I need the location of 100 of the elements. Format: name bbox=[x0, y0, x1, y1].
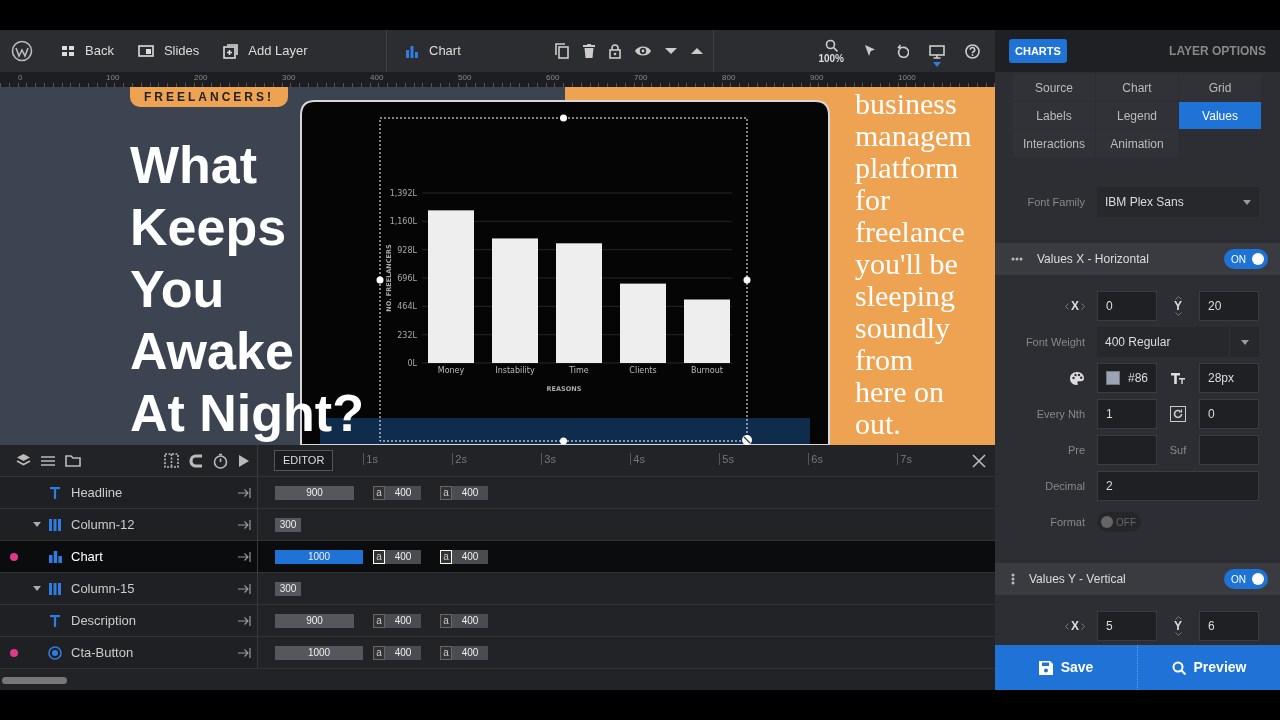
option-tab[interactable]: Labels bbox=[1013, 102, 1095, 129]
rotate-icon[interactable] bbox=[1170, 406, 1186, 422]
scrollbar-thumb[interactable] bbox=[2, 677, 67, 684]
trash-icon[interactable] bbox=[583, 44, 595, 58]
option-tab[interactable]: Grid bbox=[1179, 74, 1261, 101]
animation-block[interactable]: a 400 bbox=[440, 549, 488, 564]
layer-button[interactable]: Chart bbox=[399, 37, 467, 65]
layer-row[interactable]: Column-12 300 bbox=[0, 509, 995, 541]
text-size-icon bbox=[1171, 372, 1185, 384]
layer-row[interactable]: Column-15 300 bbox=[0, 573, 995, 605]
ruler-number: 0 bbox=[18, 72, 24, 84]
collapse-arrow-icon[interactable] bbox=[238, 583, 251, 594]
x-field[interactable]: 0 bbox=[1097, 291, 1157, 321]
ruler-number: 200 bbox=[194, 72, 209, 84]
list-icon[interactable] bbox=[41, 454, 55, 467]
animation-block[interactable]: a 400 bbox=[373, 485, 421, 500]
close-icon[interactable] bbox=[972, 453, 986, 468]
chevron-left-icon bbox=[1065, 622, 1069, 630]
suffix-field[interactable] bbox=[1199, 435, 1259, 465]
caret-up-icon[interactable] bbox=[691, 47, 703, 55]
collapse-arrow-icon[interactable] bbox=[238, 519, 251, 530]
radio-circle-icon bbox=[48, 645, 62, 660]
body-text-line: freelance bbox=[855, 216, 966, 248]
layer-row[interactable]: Description 900 a 400 a 400 bbox=[0, 605, 995, 637]
field-label: Decimal bbox=[1045, 478, 1085, 494]
preview-button[interactable]: Preview bbox=[1137, 645, 1280, 690]
y-field[interactable]: 6 bbox=[1199, 611, 1259, 641]
color-field[interactable]: #86 bbox=[1097, 363, 1157, 393]
collapse-arrow-icon[interactable] bbox=[238, 551, 251, 562]
toggle-switch[interactable]: ON bbox=[1224, 569, 1268, 589]
layer-name: Description bbox=[71, 611, 137, 630]
rotation-field[interactable]: 0 bbox=[1199, 399, 1259, 429]
layer-options-title[interactable]: LAYER OPTIONS bbox=[1169, 42, 1266, 60]
undo-icon[interactable] bbox=[896, 44, 909, 58]
collapse-arrow-icon[interactable] bbox=[238, 487, 251, 498]
number-field[interactable]: 1 bbox=[1097, 399, 1157, 429]
collapse-arrow-icon[interactable] bbox=[238, 647, 251, 658]
time-tick-label: 4s bbox=[630, 453, 720, 465]
help-icon[interactable] bbox=[965, 43, 980, 59]
prefix-field[interactable] bbox=[1097, 435, 1157, 465]
save-button[interactable]: Save bbox=[995, 645, 1137, 690]
body-text-line: you'll be bbox=[855, 248, 959, 280]
axis-tick-label: 0L bbox=[407, 359, 417, 368]
option-tab[interactable]: Chart bbox=[1096, 74, 1178, 101]
option-tab[interactable]: Source bbox=[1013, 74, 1095, 101]
font-family-select[interactable]: IBM Plex Sans bbox=[1097, 187, 1259, 217]
animation-block[interactable]: a 400 bbox=[440, 645, 488, 660]
nav-button[interactable]: Back bbox=[55, 37, 120, 65]
animation-block[interactable]: a 400 bbox=[373, 549, 421, 564]
collapse-arrow-icon[interactable] bbox=[238, 615, 251, 626]
save-icon bbox=[1038, 660, 1053, 675]
option-tab[interactable]: Values bbox=[1179, 102, 1261, 129]
animation-block[interactable]: a 400 bbox=[440, 613, 488, 628]
more-horizontal-icon[interactable] bbox=[1011, 257, 1023, 261]
nav-button[interactable]: Slides bbox=[131, 37, 206, 65]
text-layer-icon bbox=[50, 614, 60, 627]
play-icon[interactable] bbox=[238, 454, 249, 467]
decimal-field[interactable]: 2 bbox=[1097, 471, 1259, 501]
caret-down-icon[interactable] bbox=[33, 522, 41, 527]
body-text-line: managem bbox=[855, 120, 973, 152]
caret-down-icon bbox=[933, 62, 941, 67]
lock-icon[interactable] bbox=[609, 43, 621, 59]
cursor-icon[interactable] bbox=[864, 44, 876, 58]
animation-block[interactable]: a 400 bbox=[373, 613, 421, 628]
option-tab[interactable]: Animation bbox=[1096, 130, 1178, 157]
animation-block[interactable]: a 400 bbox=[373, 645, 421, 660]
headline-text: You bbox=[130, 259, 225, 320]
y-field[interactable]: 20 bbox=[1199, 291, 1259, 321]
caret-down-icon[interactable] bbox=[33, 586, 41, 591]
nav-button[interactable]: Add Layer bbox=[217, 37, 314, 65]
desktop-icon[interactable] bbox=[929, 45, 945, 59]
layer-row[interactable]: Headline 900 a 400 a 400 bbox=[0, 477, 995, 509]
copy-icon[interactable] bbox=[555, 43, 569, 59]
stopwatch-icon[interactable] bbox=[213, 452, 228, 469]
font-weight-select[interactable]: 400 Regular bbox=[1097, 327, 1259, 357]
magnet-icon[interactable] bbox=[189, 453, 203, 468]
palette-icon[interactable] bbox=[1069, 370, 1085, 386]
duration-bar: 900 bbox=[275, 485, 354, 500]
selection-frame[interactable] bbox=[376, 114, 752, 445]
body-text-line: business bbox=[855, 88, 958, 120]
editor-button[interactable]: EDITOR bbox=[274, 450, 334, 471]
caret-down-icon[interactable] bbox=[665, 47, 677, 55]
font-size-field[interactable]: 28px bbox=[1199, 363, 1259, 393]
layer-row[interactable]: Chart 1000 a 400 a 400 bbox=[0, 541, 995, 573]
toggle-switch[interactable]: ON bbox=[1224, 249, 1268, 269]
more-vertical-icon[interactable] bbox=[1011, 573, 1015, 585]
logo-icon[interactable] bbox=[11, 40, 33, 62]
option-tab[interactable]: Legend bbox=[1096, 102, 1178, 129]
animation-block[interactable]: a 400 bbox=[440, 485, 488, 500]
eye-icon[interactable] bbox=[635, 45, 651, 57]
folder-icon[interactable] bbox=[65, 454, 81, 467]
time-tick-label: 2s bbox=[452, 453, 542, 465]
dotted-grid-icon[interactable] bbox=[164, 453, 179, 468]
option-tab[interactable]: Interactions bbox=[1013, 130, 1095, 157]
axis-label: X bbox=[1071, 298, 1079, 315]
search-icon[interactable] bbox=[824, 38, 838, 52]
x-field[interactable]: 5 bbox=[1097, 611, 1157, 641]
layer-row[interactable]: Cta-Button 1000 a 400 a 400 bbox=[0, 637, 995, 669]
layers-icon[interactable] bbox=[16, 453, 31, 468]
axis-tick-label: 464L bbox=[397, 302, 417, 312]
